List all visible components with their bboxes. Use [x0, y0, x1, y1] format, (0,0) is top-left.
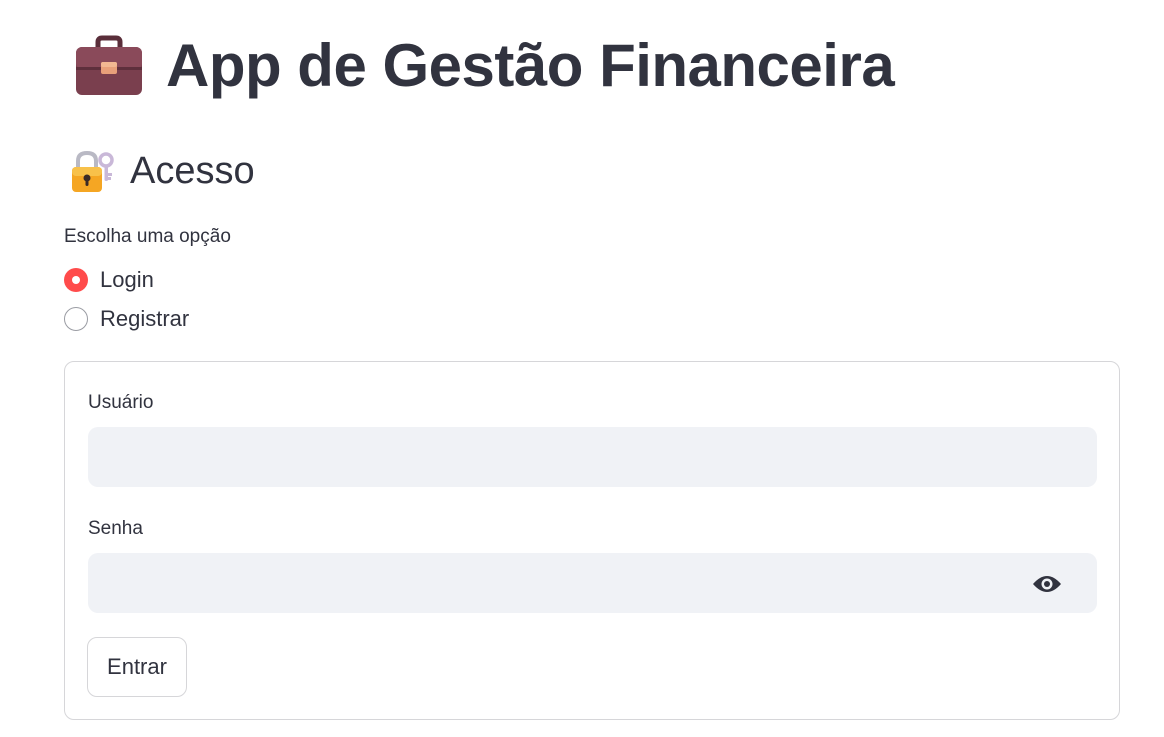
password-input[interactable]	[88, 553, 1097, 613]
radio-option-registrar[interactable]: Registrar	[64, 306, 189, 332]
radio-button-registrar[interactable]	[64, 307, 88, 331]
login-submit-button[interactable]: Entrar	[87, 637, 187, 697]
radio-option-login[interactable]: Login	[64, 267, 154, 293]
eye-icon	[1033, 576, 1061, 592]
page-header: App de Gestão Financeira	[74, 26, 895, 106]
app-page: App de Gestão Financeira Acesso Escolha …	[0, 0, 1164, 737]
access-section-header: Acesso	[70, 146, 255, 196]
radio-label-registrar: Registrar	[100, 306, 190, 331]
access-subtitle: Acesso	[130, 149, 255, 192]
briefcase-icon	[74, 34, 144, 98]
radio-button-login[interactable]	[64, 268, 88, 292]
login-form: Usuário Senha Entrar	[64, 361, 1120, 720]
username-input[interactable]	[88, 427, 1097, 487]
radio-label-login: Login	[100, 267, 154, 292]
page-title: App de Gestão Financeira	[166, 32, 895, 99]
show-password-button[interactable]	[1029, 566, 1065, 602]
password-label: Senha	[88, 518, 143, 539]
auth-mode-label: Escolha uma opção	[64, 226, 231, 247]
username-label: Usuário	[88, 392, 154, 413]
locked-with-key-icon	[70, 148, 116, 194]
